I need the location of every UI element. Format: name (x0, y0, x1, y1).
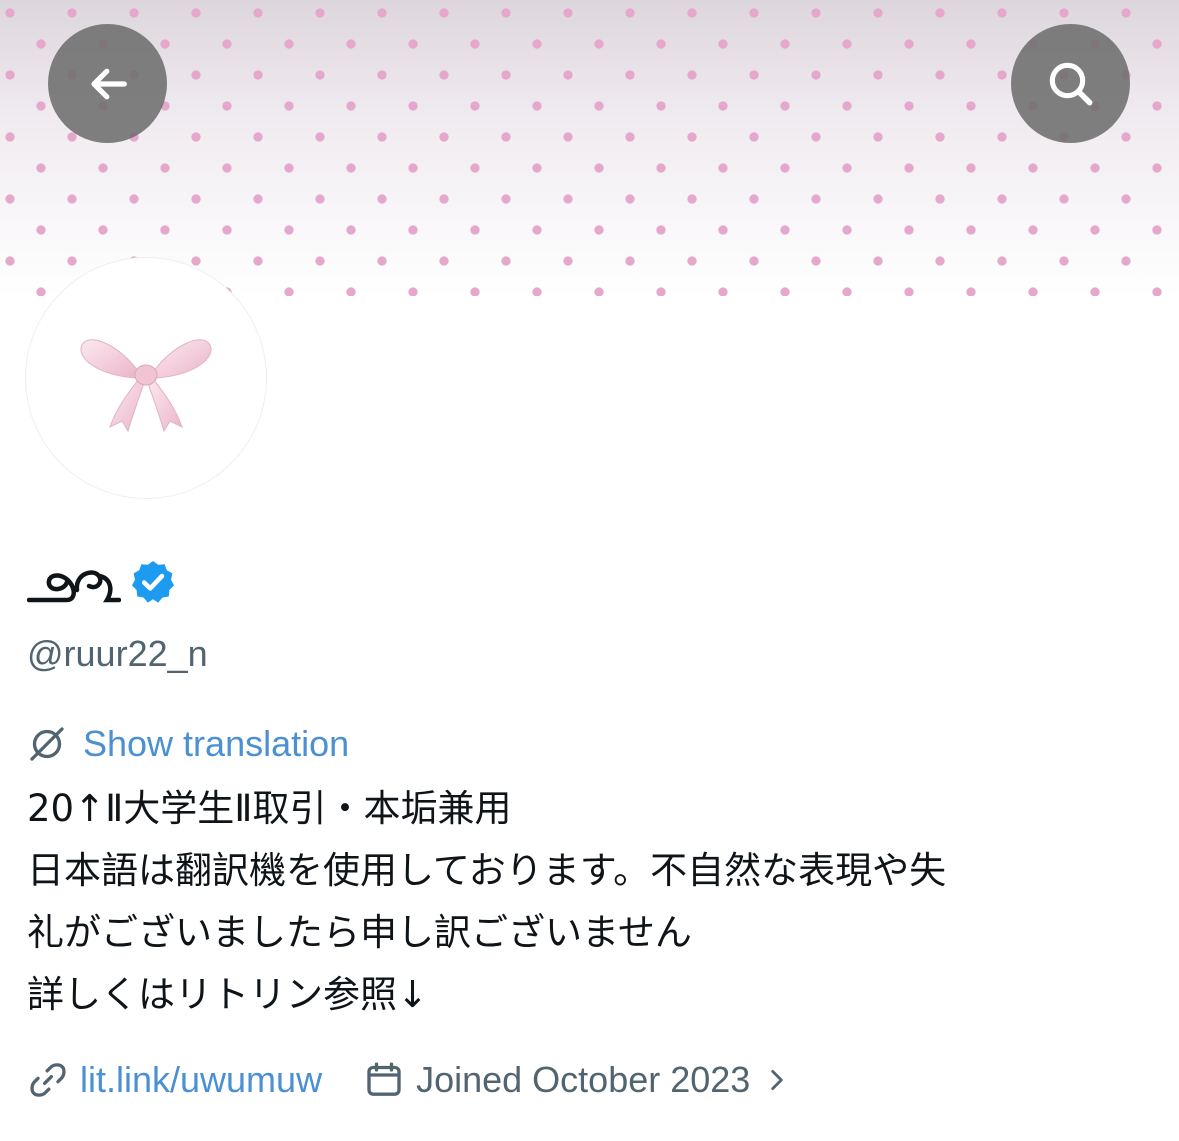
joined-label: Joined October 2023 (416, 1059, 751, 1100)
display-name-glyph: ୨୧ (27, 570, 121, 603)
profile-bio: 20↑Ⅱ大学生Ⅱ取引・本垢兼用 日本語は翻訳機を使用しております。不自然な表現や… (27, 778, 1167, 1026)
link-icon (30, 1063, 66, 1097)
ribbon-bow-image (80, 339, 212, 433)
bio-line: 日本語は翻訳機を使用しております。不自然な表現や失 (27, 849, 947, 892)
search-icon (1049, 62, 1092, 105)
profile-handle: @ruur22_n (27, 633, 208, 674)
chevron-right-icon (771, 1069, 784, 1091)
back-button[interactable] (48, 24, 167, 143)
joined-date[interactable]: Joined October 2023 (364, 1059, 790, 1101)
display-name: ୨୧ (27, 557, 177, 607)
back-arrow-icon (90, 68, 127, 99)
calendar-icon (367, 1062, 401, 1096)
verified-badge-icon[interactable] (129, 558, 177, 606)
profile-avatar[interactable] (25, 257, 267, 499)
show-translation-label: Show translation (83, 723, 350, 764)
bio-line: 20↑Ⅱ大学生Ⅱ取引・本垢兼用 (27, 787, 512, 830)
profile-link[interactable]: lit.link/uwumuw (80, 1059, 322, 1101)
show-translation-button[interactable]: Show translation (27, 719, 349, 769)
profile-meta: lit.link/uwumuw Joined October 2023 (28, 1052, 790, 1108)
bio-line: 礼がございましたら申し訳ございません (27, 911, 692, 954)
bio-line: 詳しくはリトリン参照↓ (27, 973, 429, 1016)
profile-banner[interactable] (0, 0, 1179, 296)
search-button[interactable] (1011, 24, 1130, 143)
translate-icon (30, 727, 64, 761)
